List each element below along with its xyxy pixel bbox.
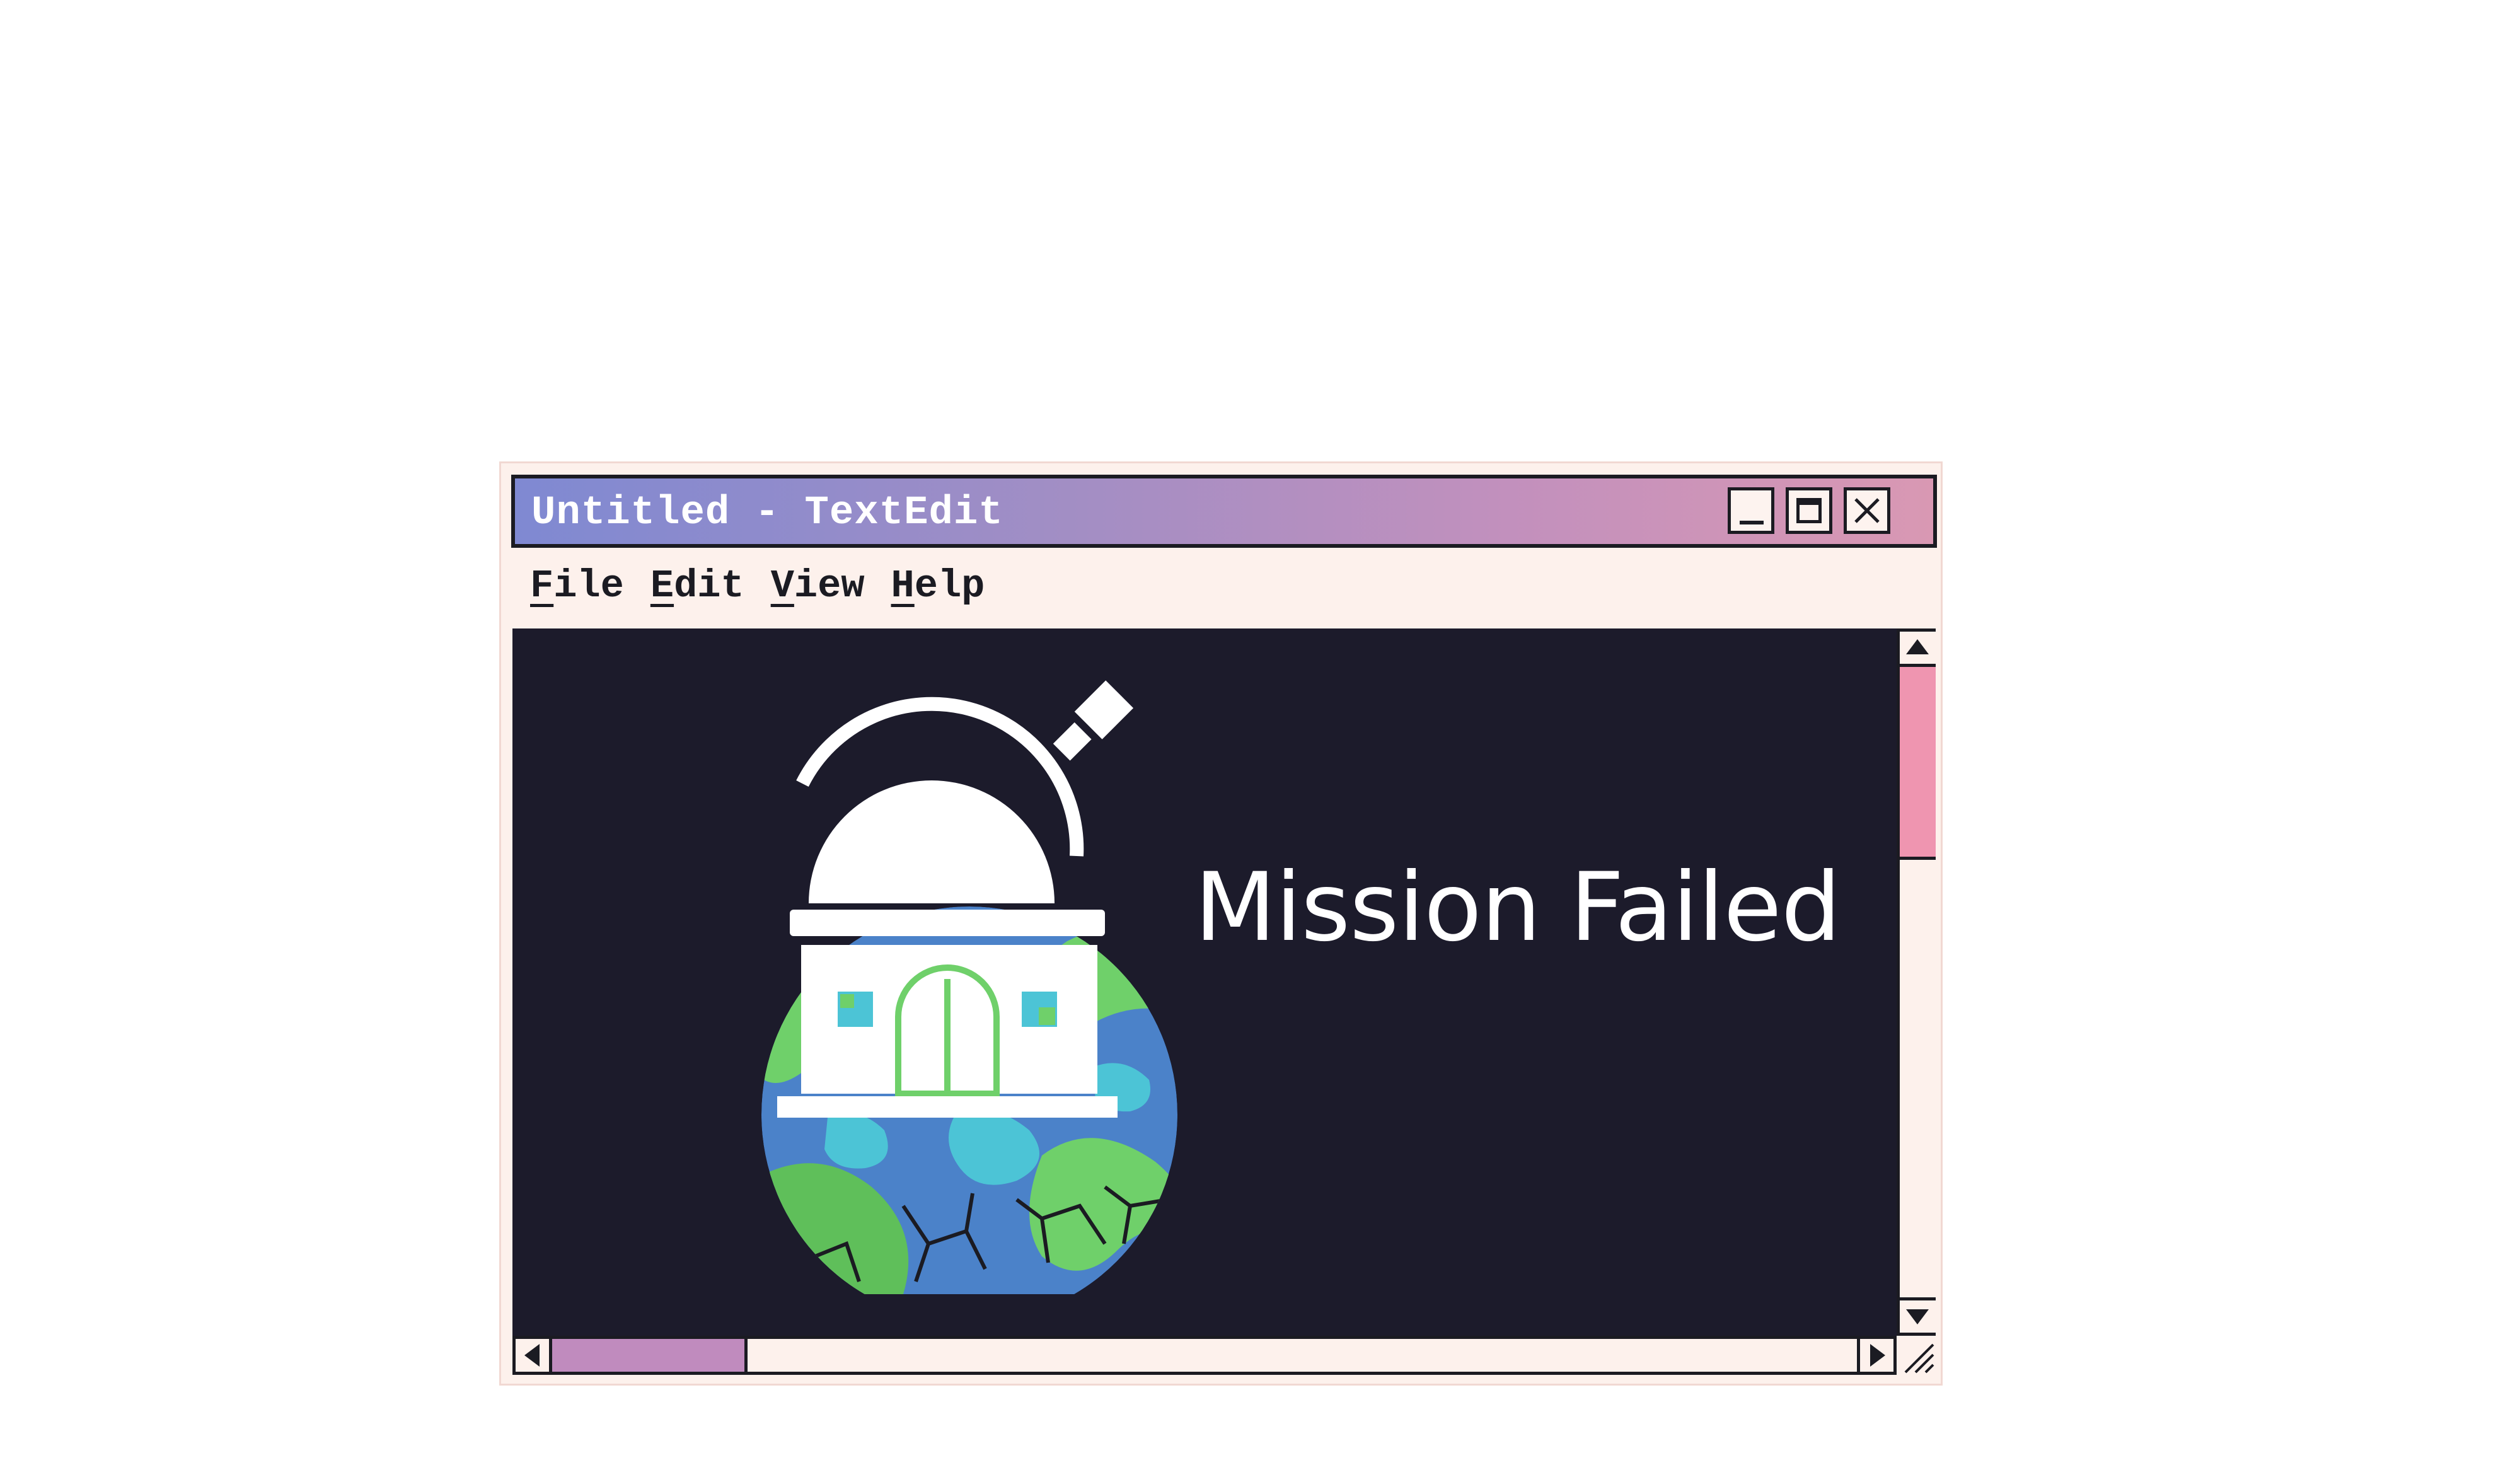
vertical-scroll-thumb[interactable]	[1900, 667, 1936, 860]
arrow-left-icon	[524, 1344, 540, 1367]
menu-help[interactable]: Help	[891, 564, 985, 608]
menu-view[interactable]: View	[771, 564, 865, 608]
observatory-on-cracked-earth-icon	[761, 680, 1177, 1294]
menu-bar: File Edit View Help	[511, 554, 992, 617]
screen: Untitled - TextEdit File Edit View Help	[0, 0, 2520, 1465]
minimize-button[interactable]	[1728, 487, 1774, 534]
headline-text: Mission Failed	[1194, 853, 1841, 963]
menu-file[interactable]: File	[530, 564, 624, 608]
window-title: Untitled - TextEdit	[531, 490, 1003, 536]
resize-grip[interactable]	[1897, 1336, 1936, 1375]
scroll-down-button[interactable]	[1900, 1297, 1936, 1333]
vertical-scrollbar[interactable]	[1897, 628, 1936, 1336]
scroll-right-button[interactable]	[1857, 1339, 1893, 1372]
close-icon	[1854, 498, 1880, 523]
telescope-graphic	[1053, 680, 1134, 761]
resize-grip-icon	[1904, 1343, 1934, 1374]
menu-edit[interactable]: Edit	[650, 564, 744, 608]
horizontal-scrollbar[interactable]	[512, 1336, 1897, 1375]
minimize-icon	[1740, 521, 1764, 524]
close-button[interactable]	[1844, 487, 1890, 534]
textedit-window: Untitled - TextEdit File Edit View Help	[499, 461, 1943, 1386]
scroll-left-button[interactable]	[516, 1339, 552, 1372]
horizontal-scroll-thumb[interactable]	[552, 1339, 748, 1372]
scroll-up-button[interactable]	[1900, 632, 1936, 667]
document-area[interactable]: Mission Failed	[512, 628, 1897, 1336]
arrow-up-icon	[1906, 639, 1929, 654]
arrow-down-icon	[1906, 1309, 1929, 1324]
maximize-button[interactable]	[1786, 487, 1832, 534]
maximize-icon	[1796, 498, 1822, 523]
title-bar[interactable]: Untitled - TextEdit	[511, 475, 1937, 548]
arrow-right-icon	[1870, 1344, 1885, 1367]
